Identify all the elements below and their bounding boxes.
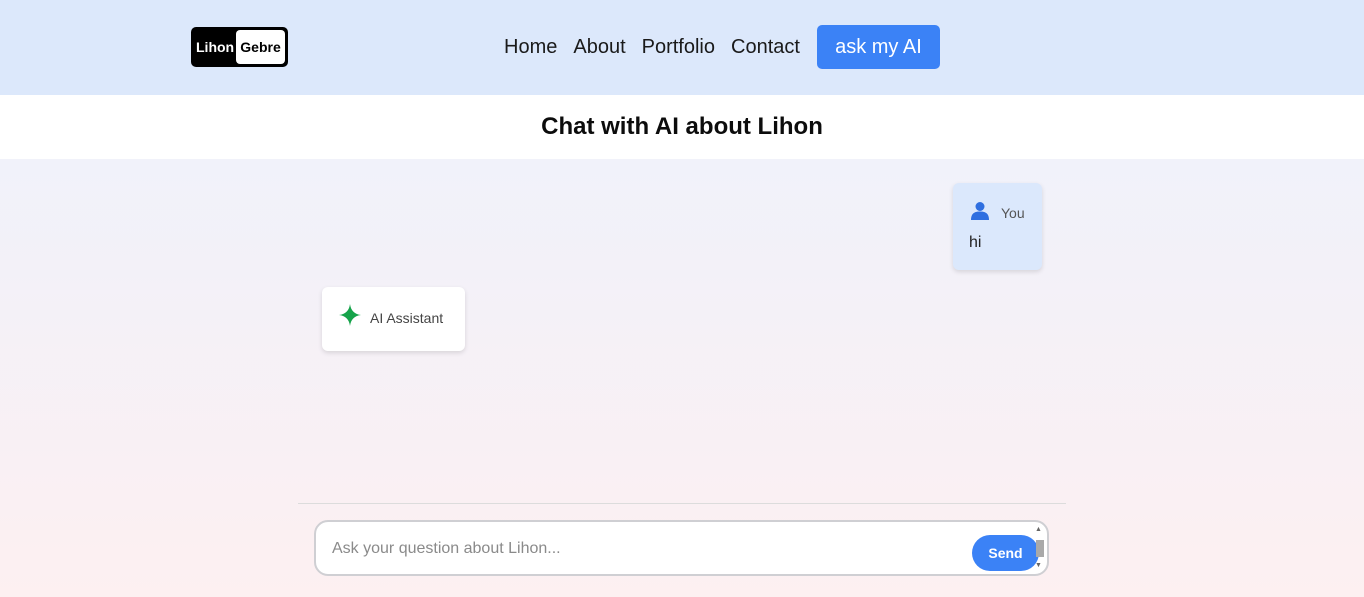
nav-home-link[interactable]: Home [504,36,557,59]
top-navbar: Lihon Gebre Home About Portfolio Contact… [0,0,1364,95]
scroll-down-arrow-icon[interactable]: ▼ [1035,562,1042,570]
logo-last-name: Gebre [236,30,285,64]
question-input[interactable] [332,536,952,562]
ai-message-header: AI Assistant [339,304,443,331]
logo-first-name: Lihon [196,39,235,55]
page-title: Chat with AI about Lihon [541,113,823,140]
user-message: You hi [953,183,1042,270]
composer-divider [298,503,1066,504]
user-icon [970,201,990,225]
composer-scrollbar[interactable]: ▲ ▼ [1033,524,1045,572]
ask-my-ai-button[interactable]: ask my AI [816,25,940,69]
user-message-text: hi [969,234,982,251]
ai-message: AI Assistant [322,287,465,351]
main-nav: Home About Portfolio Contact ask my AI [504,25,940,69]
user-message-header: You [970,201,1025,225]
nav-portfolio-link[interactable]: Portfolio [642,36,715,59]
user-sender-label: You [1001,205,1025,221]
site-logo[interactable]: Lihon Gebre [191,27,288,67]
sparkle-icon [339,304,361,331]
chat-title-bar: Chat with AI about Lihon [0,95,1364,159]
chat-composer: Send ▲ ▼ [314,520,1049,576]
nav-about-link[interactable]: About [573,36,625,59]
scroll-up-arrow-icon[interactable]: ▲ [1035,526,1042,534]
send-button[interactable]: Send [972,535,1039,571]
nav-contact-link[interactable]: Contact [731,36,800,59]
scrollbar-thumb[interactable] [1036,540,1044,557]
ai-sender-label: AI Assistant [370,309,444,326]
